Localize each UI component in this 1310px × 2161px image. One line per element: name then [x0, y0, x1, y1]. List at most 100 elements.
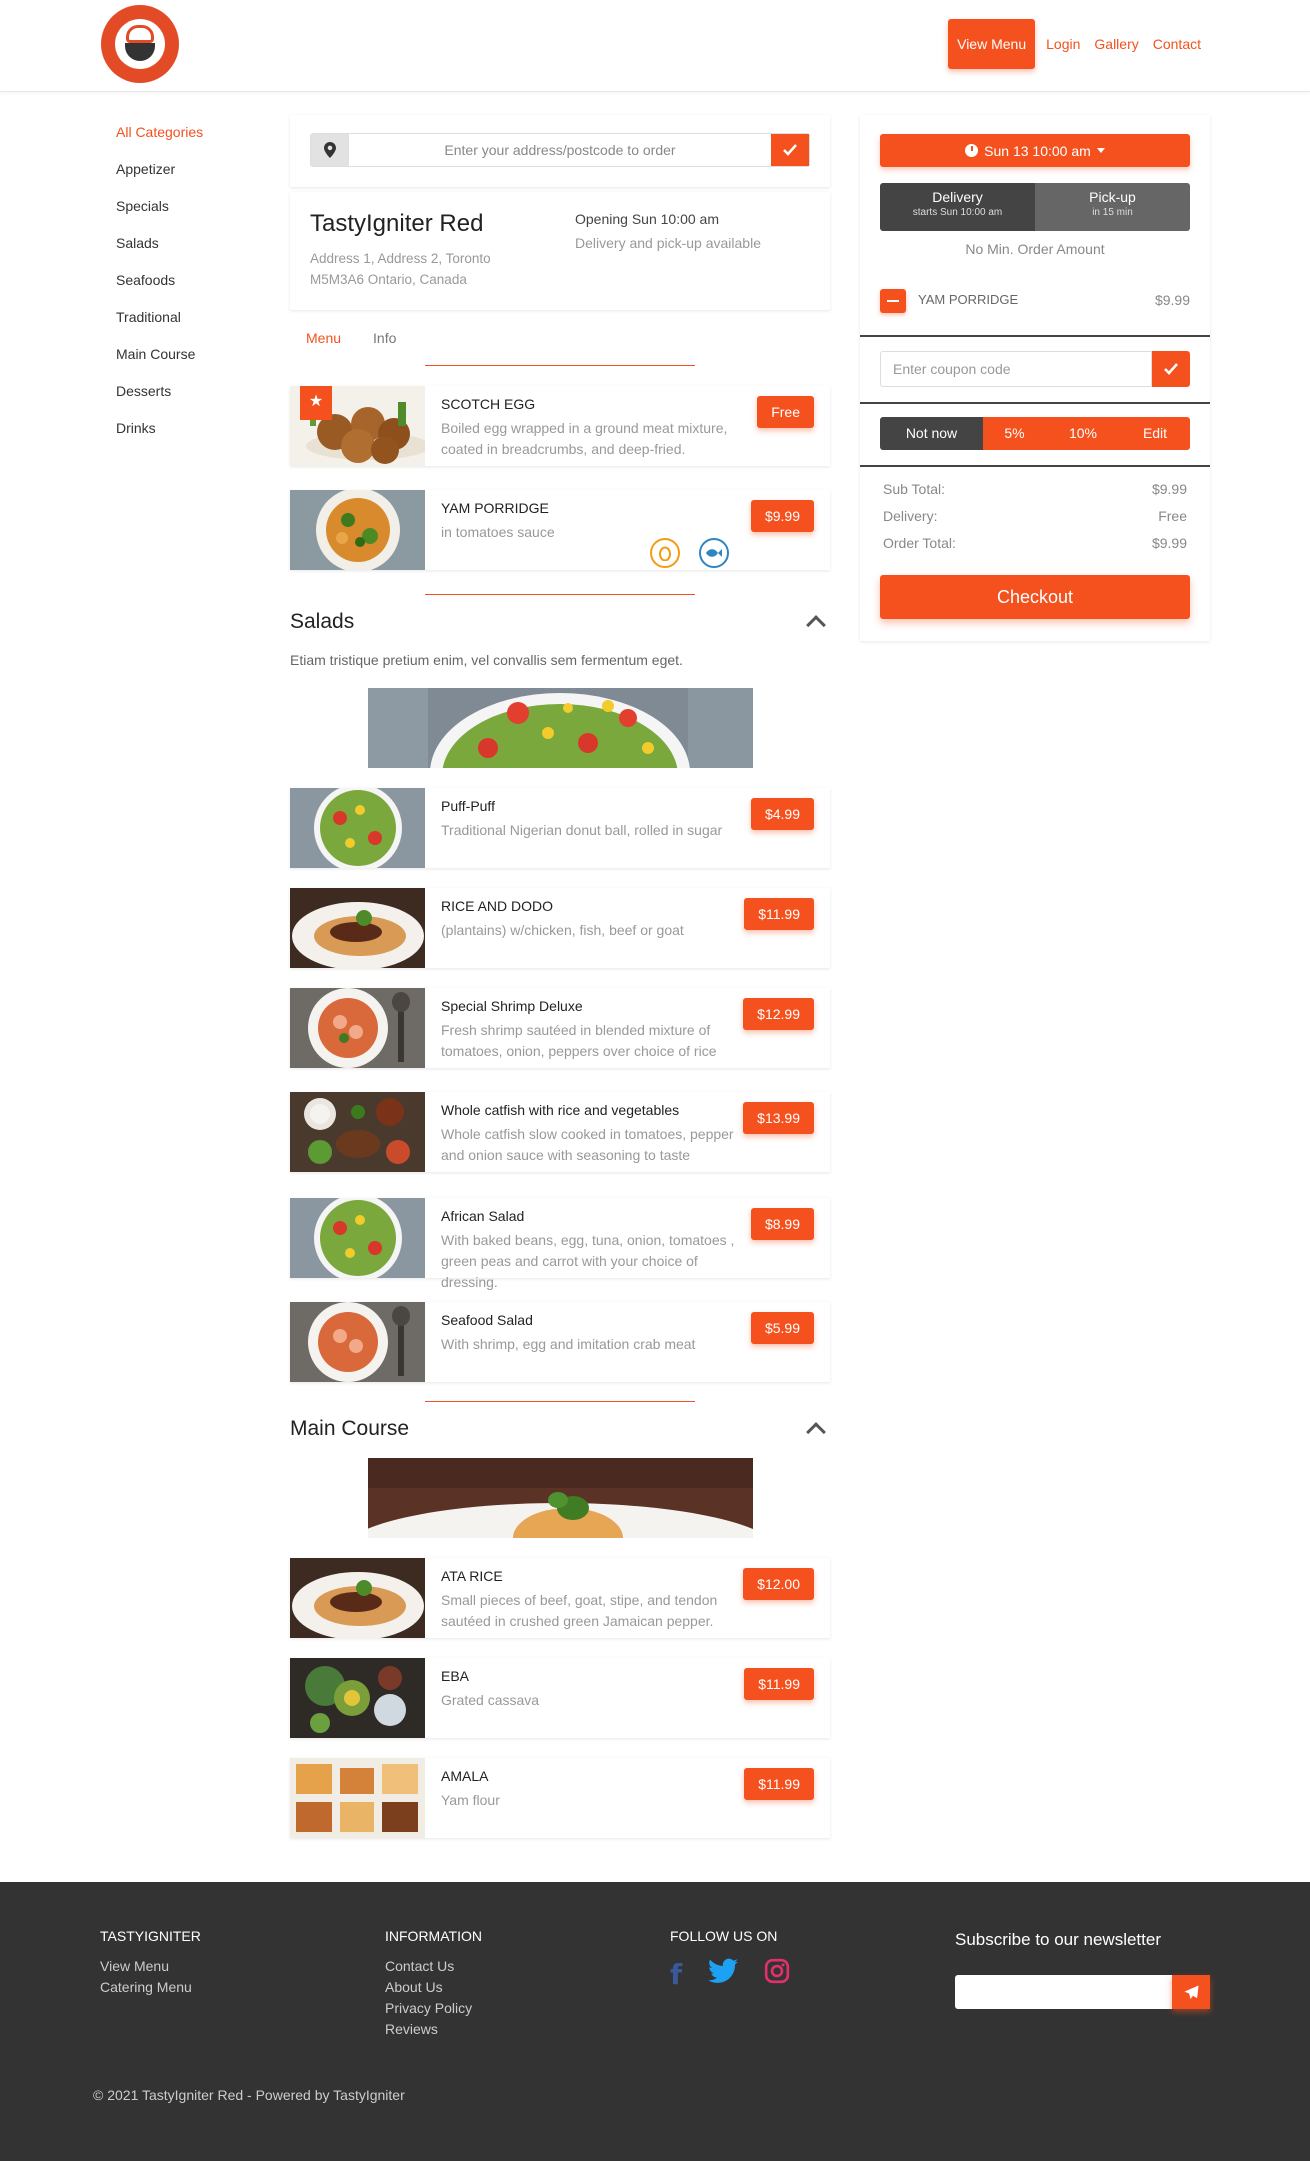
menu-item-description: Whole catfish slow cooked in tomatoes, p…: [441, 1126, 734, 1163]
category-salads[interactable]: Salads: [116, 233, 203, 270]
menu-item[interactable]: Whole catfish with rice and vegetables W…: [290, 1092, 830, 1172]
add-to-cart-button[interactable]: $13.99: [743, 1102, 814, 1134]
category-desserts[interactable]: Desserts: [116, 381, 203, 418]
address-submit-button[interactable]: [771, 134, 809, 166]
menu-item[interactable]: AMALA Yam flour $11.99: [290, 1758, 830, 1838]
star-icon: ★: [300, 386, 332, 420]
tip-edit[interactable]: Edit: [1120, 417, 1190, 450]
category-drinks[interactable]: Drinks: [116, 418, 203, 455]
menu-item-name: SCOTCH EGG: [441, 396, 536, 412]
tip-options: Not now 5% 10% Edit: [880, 417, 1190, 450]
facebook-icon[interactable]: f: [670, 1958, 682, 1991]
newsletter-email-input[interactable]: [955, 1975, 1172, 2009]
tip-10-percent[interactable]: 10%: [1046, 417, 1120, 450]
add-to-cart-button[interactable]: $9.99: [750, 500, 814, 532]
copyright-text: © 2021 TastyIgniter Red - Powered by Tas…: [93, 2087, 405, 2103]
footer-link-view-menu[interactable]: View Menu: [100, 1958, 201, 1979]
login-link[interactable]: Login: [1043, 36, 1083, 52]
order-time-dropdown[interactable]: Sun 13 10:00 am: [880, 134, 1190, 167]
newsletter-title: Subscribe to our newsletter: [955, 1930, 1161, 1949]
address-search: Enter your address/postcode to order: [310, 133, 810, 167]
section-description: Etiam tristique pretium enim, vel conval…: [290, 652, 683, 668]
checkout-button[interactable]: Checkout: [880, 575, 1190, 619]
add-to-cart-button[interactable]: $12.99: [743, 998, 814, 1030]
add-to-cart-button[interactable]: $11.99: [744, 898, 814, 930]
add-to-cart-button[interactable]: Free: [757, 396, 814, 428]
instagram-icon[interactable]: [764, 1958, 790, 1991]
send-icon: [1183, 1984, 1199, 1999]
subtotal-row: Sub Total: $9.99: [883, 481, 1187, 508]
chevron-up-icon[interactable]: [806, 615, 826, 635]
delivery-label: Delivery: [932, 189, 983, 205]
menu-item[interactable]: Puff-Puff Traditional Nigerian donut bal…: [290, 788, 830, 868]
menu-item[interactable]: ★ SCOTCH EGG Boiled egg wrapped in a gro…: [290, 386, 830, 466]
pickup-option[interactable]: Pick-up in 15 min: [1035, 183, 1190, 231]
twitter-icon[interactable]: [708, 1958, 739, 1991]
menu-item[interactable]: RICE AND DODO (plantains) w/chicken, fis…: [290, 888, 830, 968]
category-main-course[interactable]: Main Course: [116, 344, 203, 381]
footer-link-catering-menu[interactable]: Catering Menu: [100, 1979, 201, 2000]
delivery-option[interactable]: Delivery starts Sun 10:00 am: [880, 183, 1035, 231]
menu-item-description: in tomatoes sauce: [441, 524, 555, 540]
shrimp-deluxe-image: [290, 988, 425, 1068]
contact-link[interactable]: Contact: [1150, 36, 1204, 52]
newsletter-subscribe-button[interactable]: [1172, 1975, 1210, 2009]
caret-down-icon: [1096, 148, 1105, 153]
address-input[interactable]: Enter your address/postcode to order: [349, 134, 771, 166]
footer-link-reviews[interactable]: Reviews: [385, 2021, 482, 2042]
menu-item[interactable]: ATA RICE Small pieces of beef, goat, sti…: [290, 1558, 830, 1638]
add-to-cart-button[interactable]: $11.99: [744, 1768, 814, 1800]
category-traditional[interactable]: Traditional: [116, 307, 203, 344]
restaurant-logo[interactable]: [101, 5, 179, 83]
menu-item-name: Seafood Salad: [441, 1312, 533, 1328]
menu-item[interactable]: EBA Grated cassava $11.99: [290, 1658, 830, 1738]
add-to-cart-button[interactable]: $4.99: [750, 798, 814, 830]
delivery-fee-label: Delivery:: [883, 508, 938, 524]
menu-item-description: With baked beans, egg, tuna, onion, toma…: [441, 1232, 735, 1290]
category-seafoods[interactable]: Seafoods: [116, 270, 203, 307]
category-all[interactable]: All Categories: [116, 122, 203, 159]
apply-coupon-button[interactable]: [1152, 351, 1190, 387]
map-pin-icon: [311, 134, 349, 166]
social-links: f: [670, 1958, 790, 1991]
cart-panel: Sun 13 10:00 am Delivery starts Sun 10:0…: [860, 115, 1210, 641]
category-specials[interactable]: Specials: [116, 196, 203, 233]
tab-menu[interactable]: Menu: [290, 326, 357, 350]
footer-link-about-us[interactable]: About Us: [385, 1979, 482, 2000]
chevron-up-icon[interactable]: [806, 1422, 826, 1442]
coupon-input[interactable]: Enter coupon code: [880, 351, 1152, 387]
view-menu-button[interactable]: View Menu: [948, 19, 1036, 69]
section-title-salads: Salads: [290, 610, 355, 633]
subtotal-label: Sub Total:: [883, 481, 946, 497]
tip-5-percent[interactable]: 5%: [983, 417, 1046, 450]
address-search-card: Enter your address/postcode to order: [290, 115, 830, 187]
remove-item-button[interactable]: [880, 289, 906, 313]
menu-item-name: Puff-Puff: [441, 798, 495, 814]
add-to-cart-button[interactable]: $12.00: [743, 1568, 814, 1600]
newsletter-form: [955, 1975, 1210, 2009]
gallery-link[interactable]: Gallery: [1091, 36, 1141, 52]
divider: [860, 465, 1210, 467]
footer-link-contact-us[interactable]: Contact Us: [385, 1958, 482, 1979]
footer-link-privacy-policy[interactable]: Privacy Policy: [385, 2000, 482, 2021]
add-to-cart-button[interactable]: $5.99: [750, 1312, 814, 1344]
menu-item[interactable]: YAM PORRIDGE in tomatoes sauce $9.99: [290, 490, 830, 570]
order-type-toggle: Delivery starts Sun 10:00 am Pick-up in …: [880, 183, 1190, 231]
category-appetizer[interactable]: Appetizer: [116, 159, 203, 196]
footer-column-social: FOLLOW US ON f: [670, 1928, 790, 1991]
divider: [425, 594, 695, 595]
menu-item[interactable]: Seafood Salad With shrimp, egg and imita…: [290, 1302, 830, 1382]
add-to-cart-button[interactable]: $8.99: [750, 1208, 814, 1240]
menu-item[interactable]: African Salad With baked beans, egg, tun…: [290, 1198, 830, 1290]
opening-time: Opening Sun 10:00 am: [575, 211, 719, 227]
add-to-cart-button[interactable]: $11.99: [744, 1668, 814, 1700]
tab-info[interactable]: Info: [357, 326, 412, 350]
footer-column-tastyigniter: TASTYIGNITER View Menu Catering Menu: [100, 1928, 201, 2000]
menu-item-description: Yam flour: [441, 1792, 500, 1808]
address-line-1: Address 1, Address 2, Toronto: [310, 251, 491, 266]
menu-item[interactable]: Special Shrimp Deluxe Fresh shrimp sauté…: [290, 988, 830, 1068]
delivery-sub: starts Sun 10:00 am: [912, 207, 1003, 218]
eba-image: [290, 1658, 425, 1738]
tip-not-now[interactable]: Not now: [880, 417, 983, 450]
menu-item-description: Fresh shrimp sautéed in blended mixture …: [441, 1022, 717, 1059]
